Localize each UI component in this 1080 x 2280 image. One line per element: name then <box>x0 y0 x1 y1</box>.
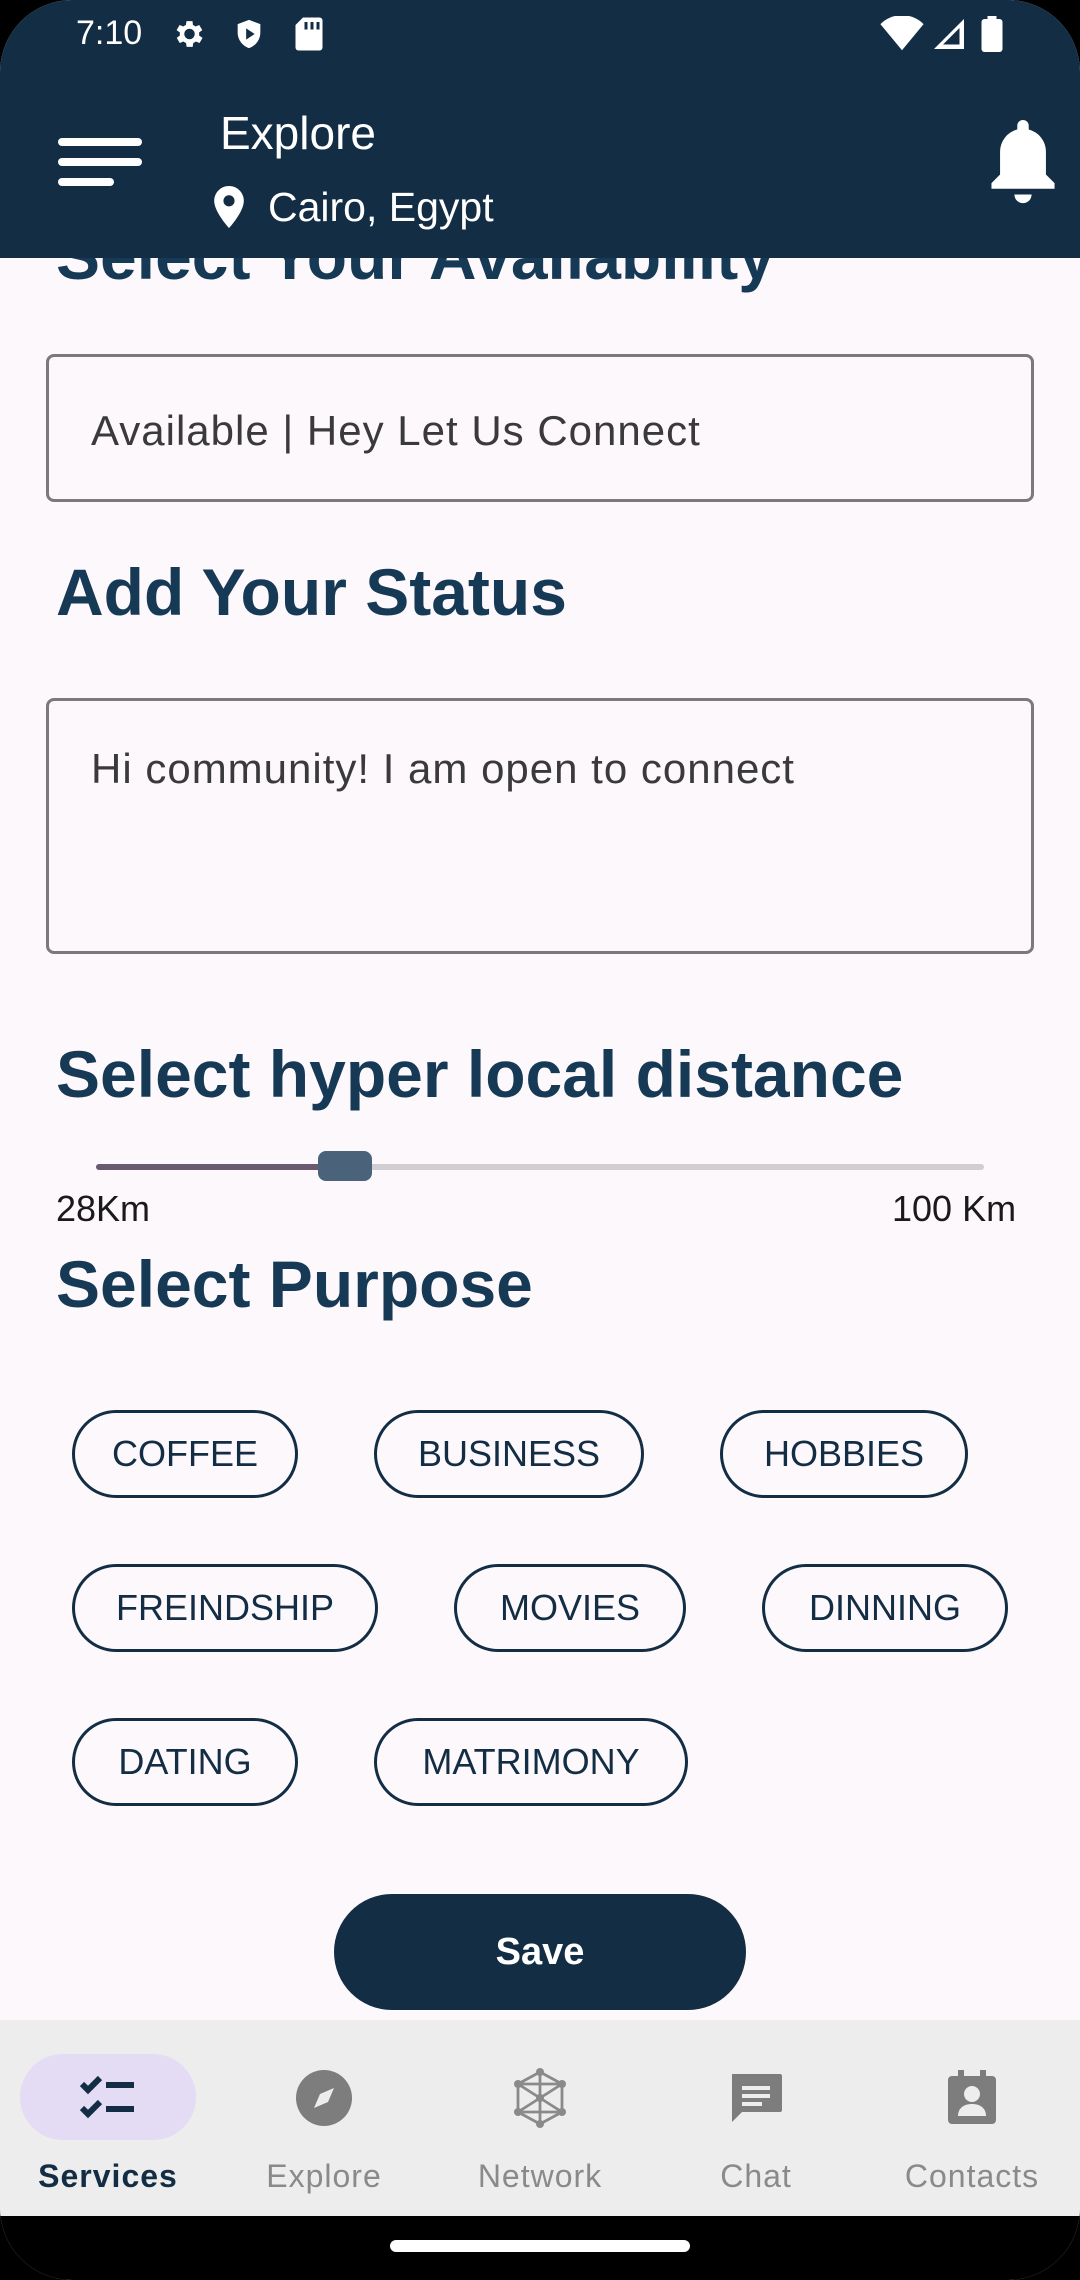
nav-label-services: Services <box>38 2158 178 2194</box>
nav-label-contacts: Contacts <box>904 2158 1040 2194</box>
nav-item-chat[interactable]: Chat <box>648 2020 864 2216</box>
system-gesture-area <box>0 2216 1080 2280</box>
current-location[interactable]: Cairo, Egypt <box>268 184 494 231</box>
settings-content[interactable]: Select Your Availability Available | Hey… <box>0 258 1080 2020</box>
status-title: Add Your Status <box>56 555 567 629</box>
save-button[interactable]: Save <box>334 1894 746 2010</box>
shield-play-icon <box>237 19 261 49</box>
sd-card-icon <box>295 17 323 51</box>
home-gesture-bar[interactable] <box>390 2240 690 2252</box>
purpose-chip-coffee[interactable]: COFFEE <box>72 1410 298 1498</box>
settings-gear-icon <box>176 21 203 47</box>
battery-icon <box>981 16 1003 52</box>
phone-screen: 7:10 Explore Cairo, Egypt Available | He… <box>0 0 1080 2280</box>
compass-icon <box>296 2070 352 2126</box>
purpose-chip-hobbies[interactable]: HOBBIES <box>720 1410 968 1498</box>
purpose-title: Select Purpose <box>56 1247 533 1321</box>
slider-thumb[interactable] <box>318 1151 372 1181</box>
purpose-chip-business[interactable]: BUSINESS <box>374 1410 644 1498</box>
nav-item-explore[interactable]: Explore <box>216 2020 432 2216</box>
distance-max-label: 100 Km <box>892 1188 1017 1229</box>
location-pin-icon <box>214 186 244 228</box>
purpose-chip-movies[interactable]: MOVIES <box>454 1564 686 1652</box>
availability-field[interactable]: Available | Hey Let Us Connect <box>46 354 1034 502</box>
nav-item-services[interactable]: Services <box>0 2020 216 2216</box>
contacts-icon <box>948 2070 996 2124</box>
bottom-navigation: Services Explore Network Chat Contacts <box>0 2020 1080 2216</box>
nav-label-network: Network <box>477 2158 603 2194</box>
chat-icon <box>732 2074 782 2122</box>
app-header: 7:10 Explore Cairo, Egypt <box>0 0 1080 258</box>
nav-label-chat: Chat <box>720 2158 792 2194</box>
distance-slider[interactable] <box>96 1151 984 1181</box>
notification-bell-icon[interactable] <box>988 120 1058 206</box>
wifi-icon <box>880 16 924 51</box>
menu-icon[interactable] <box>58 138 142 188</box>
nav-item-contacts[interactable]: Contacts <box>864 2020 1080 2216</box>
status-time: 7:10 <box>76 14 143 52</box>
distance-min-label: 28Km <box>56 1188 151 1229</box>
slider-fill <box>96 1164 345 1170</box>
checklist-icon <box>79 2075 134 2119</box>
purpose-chip-friendship[interactable]: FREINDSHIP <box>72 1564 378 1652</box>
nav-label-explore: Explore <box>266 2158 382 2194</box>
nav-item-network[interactable]: Network <box>432 2020 648 2216</box>
status-bar: 7:10 <box>0 0 1080 70</box>
purpose-chip-dating[interactable]: DATING <box>72 1718 298 1806</box>
distance-title: Select hyper local distance <box>56 1037 904 1111</box>
purpose-chip-matrimony[interactable]: MATRIMONY <box>374 1718 688 1806</box>
cell-signal-icon <box>934 19 964 49</box>
availability-title: Select Your Availability <box>56 258 775 294</box>
status-textarea[interactable]: Hi community! I am open to connect <box>46 698 1034 954</box>
purpose-chip-dinning[interactable]: DINNING <box>762 1564 1008 1652</box>
network-icon <box>514 2068 566 2128</box>
page-title: Explore <box>220 107 376 159</box>
